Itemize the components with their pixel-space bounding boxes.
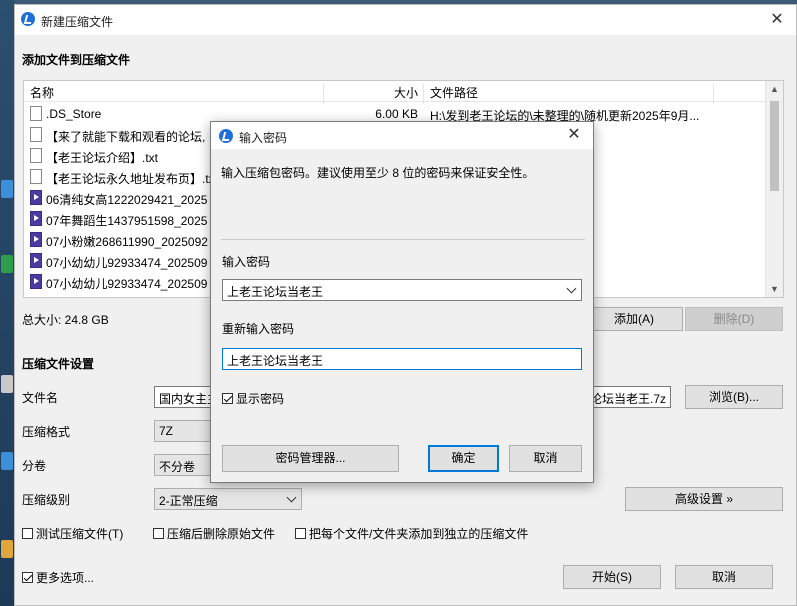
column-header-name[interactable]: 名称	[30, 84, 54, 101]
close-icon[interactable]: ✕	[766, 9, 788, 31]
separate-archives-checkbox[interactable]: 把每个文件/文件夹添加到独立的压缩文件	[295, 525, 528, 542]
password-value: 上老王论坛当老王	[227, 285, 324, 299]
file-name: 07年舞蹈生1437951598_2025	[46, 214, 208, 228]
checkbox-label: 把每个文件/文件夹添加到独立的压缩文件	[309, 527, 529, 541]
text-file-icon	[30, 127, 42, 142]
checkbox-box[interactable]	[295, 528, 306, 539]
chevron-down-icon	[286, 492, 297, 503]
password-input[interactable]: 上老王论坛当老王	[222, 279, 582, 301]
delete-after-checkbox[interactable]: 压缩后删除原始文件	[153, 525, 275, 542]
volume-value: 不分卷	[159, 460, 196, 474]
file-name: 07小幼幼儿92933474_202509	[46, 277, 208, 291]
dialog-description: 输入压缩包密码。建议使用至少 8 位的密码来保证安全性。	[221, 166, 535, 180]
checkbox-box[interactable]	[222, 393, 233, 404]
desktop-icon[interactable]	[1, 540, 13, 558]
column-divider[interactable]	[423, 84, 424, 104]
cancel-button[interactable]: 取消	[675, 565, 773, 589]
desktop-icon[interactable]	[1, 255, 13, 273]
dialog-cancel-button[interactable]: 取消	[509, 445, 582, 472]
text-file-icon	[30, 106, 42, 121]
close-icon[interactable]: ✕	[563, 124, 585, 146]
password-manager-button[interactable]: 密码管理器...	[222, 445, 399, 472]
checkbox-label: 测试压缩文件(T)	[36, 527, 124, 541]
browse-button[interactable]: 浏览(B)...	[685, 385, 783, 409]
file-name: 【来了就能下载和观看的论坛,	[46, 130, 206, 144]
mp4-file-icon	[30, 232, 42, 247]
add-files-heading: 添加文件到压缩文件	[22, 53, 131, 67]
mp4-file-icon	[30, 190, 42, 205]
column-header-path[interactable]: 文件路径	[430, 84, 478, 101]
ok-button[interactable]: 确定	[428, 445, 499, 472]
window-title: 新建压缩文件	[41, 15, 114, 29]
text-file-icon	[30, 148, 42, 163]
desktop-icon[interactable]	[1, 375, 13, 393]
confirm-password-value: 上老王论坛当老王	[227, 354, 324, 368]
level-value: 2-正常压缩	[159, 494, 218, 508]
divider	[221, 239, 585, 240]
file-size: 6.00 KB	[375, 107, 418, 121]
desktop-icon[interactable]	[1, 180, 13, 198]
delete-button[interactable]: 删除(D)	[685, 307, 783, 331]
app-icon	[21, 12, 35, 26]
file-name: 【老王论坛介绍】.txt	[46, 151, 159, 165]
app-icon	[219, 129, 233, 143]
checkbox-box[interactable]	[22, 572, 33, 583]
file-name: 07小幼幼儿92933474_202509	[46, 256, 208, 270]
file-list-header: 名称 大小 文件路径	[24, 81, 783, 104]
mp4-file-icon	[30, 211, 42, 226]
checkbox-label: 更多选项...	[36, 571, 95, 585]
checkbox-box[interactable]	[153, 528, 164, 539]
desktop-icon[interactable]	[1, 452, 13, 470]
scroll-down-icon[interactable]: ▼	[766, 281, 783, 297]
chevron-down-icon[interactable]	[566, 283, 577, 294]
level-label: 压缩级别	[22, 493, 71, 507]
password-dialog: 输入密码 ✕ 输入压缩包密码。建议使用至少 8 位的密码来保证安全性。 输入密码…	[210, 121, 594, 483]
text-file-icon	[30, 169, 42, 184]
mp4-file-icon	[30, 274, 42, 289]
format-value: 7Z	[159, 424, 174, 438]
add-button[interactable]: 添加(A)	[585, 307, 683, 331]
scroll-up-icon[interactable]: ▲	[766, 81, 783, 97]
file-list-scrollbar[interactable]: ▲ ▼	[765, 81, 783, 297]
filename-tail: 论坛当老王.7z	[589, 392, 666, 406]
more-options-checkbox[interactable]: 更多选项...	[22, 569, 94, 586]
total-size: 总大小: 24.8 GB	[22, 313, 109, 327]
show-password-checkbox[interactable]: 显示密码	[222, 390, 284, 407]
format-label: 压缩格式	[22, 425, 71, 439]
dialog-title-bar: 输入密码 ✕	[211, 122, 593, 149]
start-button[interactable]: 开始(S)	[563, 565, 661, 589]
filename-label: 文件名	[22, 391, 59, 405]
confirm-password-label: 重新输入密码	[222, 322, 295, 336]
level-select[interactable]: 2-正常压缩	[154, 488, 302, 510]
advanced-settings-button[interactable]: 高级设置 »	[625, 487, 783, 511]
mp4-file-icon	[30, 253, 42, 268]
checkbox-box[interactable]	[22, 528, 33, 539]
file-name: .DS_Store	[46, 107, 102, 121]
test-archive-checkbox[interactable]: 测试压缩文件(T)	[22, 525, 123, 542]
scroll-thumb[interactable]	[770, 101, 779, 191]
dialog-title: 输入密码	[239, 131, 288, 145]
checkbox-label: 显示密码	[236, 392, 285, 406]
confirm-password-input[interactable]: 上老王论坛当老王	[222, 348, 582, 370]
archive-settings-heading: 压缩文件设置	[22, 357, 95, 371]
checkbox-label: 压缩后删除原始文件	[167, 527, 276, 541]
file-name: 07小粉嫩268611990_2025092	[46, 235, 208, 249]
file-name: 06清纯女高1222029421_2025	[46, 193, 208, 207]
title-bar: 新建压缩文件 ✕	[15, 5, 796, 35]
desktop-strip-left	[0, 0, 14, 606]
password-label: 输入密码	[222, 255, 271, 269]
volume-label: 分卷	[22, 459, 47, 473]
column-header-size[interactable]: 大小	[324, 84, 418, 101]
file-name: 【老王论坛永久地址发布页】.tx	[46, 172, 215, 186]
column-divider[interactable]	[713, 84, 714, 104]
